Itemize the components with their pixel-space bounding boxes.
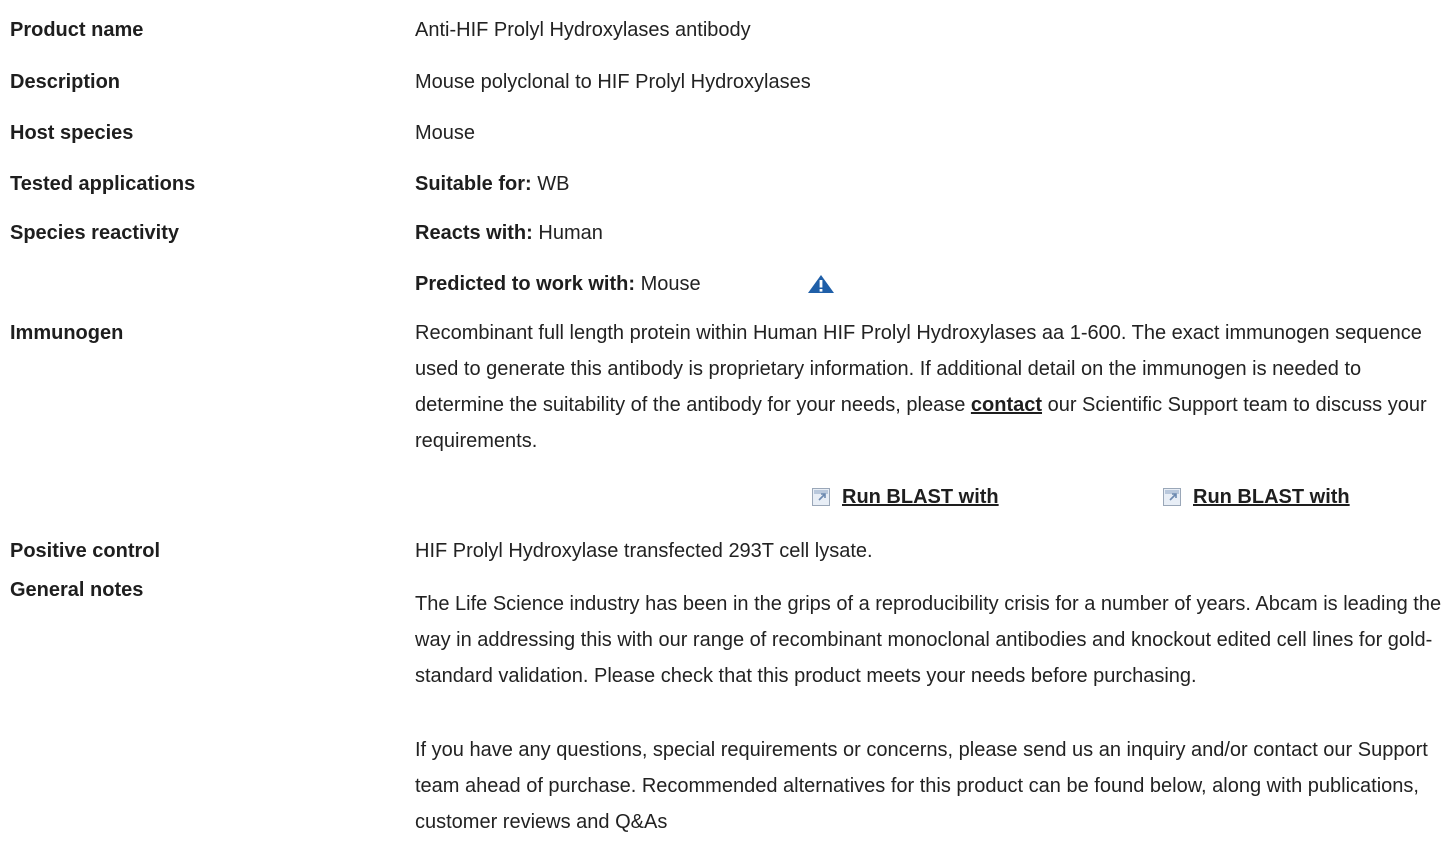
run-blast-link-1[interactable]: Run BLAST with [812, 485, 999, 509]
host-species-value: Mouse [415, 122, 476, 144]
reacts-with-value: Human [538, 222, 603, 244]
predicted-value: Mouse [640, 273, 701, 295]
general-notes-label: General notes [10, 579, 144, 601]
external-link-icon [812, 488, 830, 506]
suitable-for-value: WB [537, 173, 570, 195]
run-blast-link-1-text[interactable]: Run BLAST with [842, 485, 999, 509]
product-name-value: Anti-HIF Prolyl Hydroxylases antibody [415, 19, 751, 41]
warning-triangle-icon[interactable] [807, 274, 835, 294]
tested-applications-label: Tested applications [10, 173, 196, 195]
run-blast-link-2-text[interactable]: Run BLAST with [1193, 485, 1350, 509]
host-species-label: Host species [10, 122, 134, 144]
tested-applications-value: Suitable for: WB [415, 172, 1440, 196]
product-name-label: Product name [10, 19, 144, 41]
description-value: Mouse polyclonal to HIF Prolyl Hydroxyla… [415, 71, 811, 93]
general-notes-paragraph-1: The Life Science industry has been in th… [415, 593, 1442, 687]
immunogen-label: Immunogen [10, 322, 124, 344]
suitable-for-prefix: Suitable for: [415, 173, 532, 195]
datasheet-table: Product name Anti-HIF Prolyl Hydroxylase… [0, 0, 1448, 857]
run-blast-link-2[interactable]: Run BLAST with [1163, 485, 1350, 509]
positive-control-value: HIF Prolyl Hydroxylase transfected 293T … [415, 540, 873, 562]
description-label: Description [10, 71, 121, 93]
species-reactivity-label: Species reactivity [10, 222, 179, 244]
reacts-with-prefix: Reacts with: [415, 222, 533, 244]
general-notes-paragraph-2: If you have any questions, special requi… [415, 739, 1428, 833]
external-link-icon [1163, 488, 1181, 506]
contact-link[interactable]: contact [971, 394, 1042, 416]
predicted-prefix: Predicted to work with: [415, 273, 636, 295]
reacts-with-row: Reacts with: Human [415, 221, 1440, 245]
positive-control-label: Positive control [10, 540, 161, 562]
predicted-row: Predicted to work with: Mouse [415, 272, 1440, 296]
immunogen-value: Recombinant full length protein within H… [415, 315, 1445, 459]
